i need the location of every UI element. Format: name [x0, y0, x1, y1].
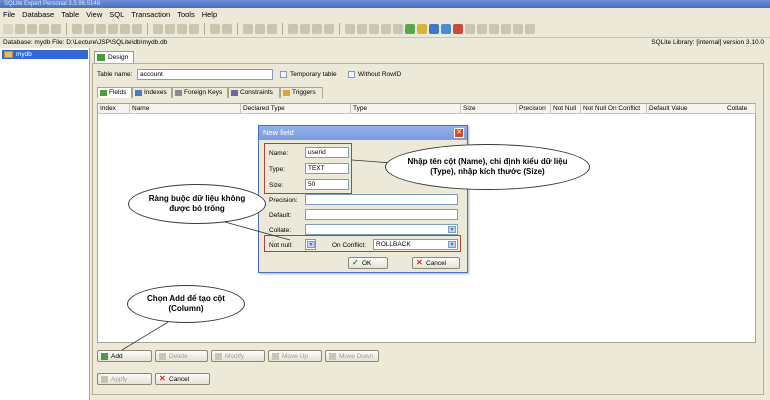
callout-not-null: Ràng buộc dữ liệu không được bỏ trống — [128, 184, 266, 224]
callout-name-type-size: Nhập tên cột (Name), chỉ định kiểu dữ li… — [385, 144, 590, 190]
callout-connectors — [121, 159, 393, 351]
callout-add-column: Chọn Add để tạo cột (Column) — [127, 285, 245, 323]
